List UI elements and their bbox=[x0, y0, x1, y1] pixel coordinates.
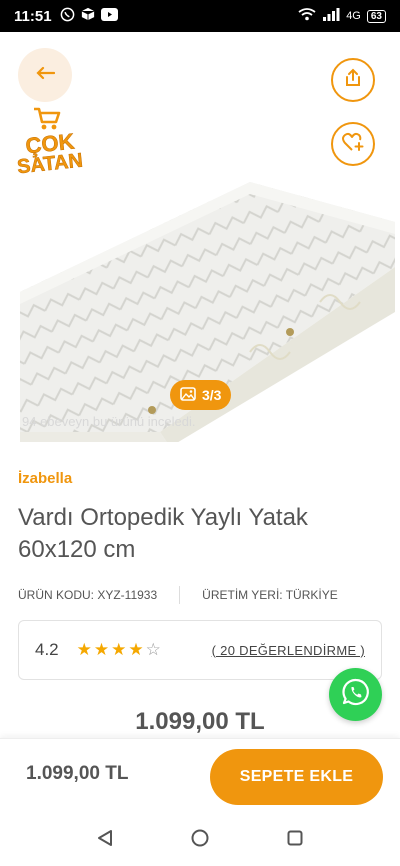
signal-icon bbox=[322, 8, 340, 24]
product-title: Vardı Ortopedik Yaylı Yatak 60x120 cm bbox=[18, 504, 308, 563]
youtube-notification-icon bbox=[100, 7, 118, 25]
system-nav-bar bbox=[0, 814, 400, 866]
wifi-icon bbox=[298, 8, 316, 24]
back-button[interactable] bbox=[18, 48, 72, 102]
status-bar: 11:51 4G 63 bbox=[0, 0, 400, 32]
viewed-count-text: 94 ebeveyn bu ürünü inceledi. bbox=[22, 414, 196, 429]
star-icon: ★ bbox=[128, 640, 144, 659]
divider bbox=[179, 586, 181, 604]
star-icon: ★ bbox=[111, 640, 127, 659]
product-codes: ÜRÜN KODU: XYZ-11933 ÜRETİM YERİ: TÜRKİY… bbox=[18, 586, 382, 604]
brand-link[interactable]: İzabella bbox=[18, 470, 72, 487]
product-code: ÜRÜN KODU: XYZ-11933 bbox=[18, 588, 158, 602]
rating-box: 4.2 ★ ★ ★ ★ ☆ ( 20 DEĞERLENDİRME ) bbox=[18, 620, 382, 680]
image-counter-text: 3/3 bbox=[202, 387, 222, 403]
product-price: 1.099,00 TL bbox=[135, 708, 265, 735]
status-time: 11:51 bbox=[14, 7, 52, 25]
share-button[interactable] bbox=[331, 58, 375, 102]
reviews-link[interactable]: ( 20 DEĞERLENDİRME ) bbox=[212, 643, 365, 658]
whatsapp-icon bbox=[341, 677, 371, 712]
star-icon: ★ bbox=[76, 640, 92, 659]
image-icon bbox=[180, 386, 196, 404]
product-gallery[interactable]: ÇOK SATAN 3/3 94 ebeveyn bu ürünü incele… bbox=[0, 32, 400, 442]
box-notification-icon bbox=[81, 7, 95, 25]
bottom-price: 1.099,00 TL bbox=[26, 763, 129, 784]
rating-stars: ★ ★ ★ ★ ☆ bbox=[77, 640, 161, 660]
nav-back-icon[interactable] bbox=[97, 829, 113, 852]
bestseller-badge: ÇOK SATAN bbox=[10, 104, 90, 179]
arrow-left-icon bbox=[35, 66, 56, 85]
whatsapp-notification-icon bbox=[60, 7, 75, 26]
share-icon bbox=[343, 68, 363, 93]
nav-home-icon[interactable] bbox=[191, 829, 209, 852]
network-type: 4G bbox=[346, 10, 361, 22]
rating-value: 4.2 bbox=[35, 640, 59, 659]
add-to-cart-button[interactable]: SEPETE EKLE bbox=[210, 749, 383, 805]
bottom-purchase-bar: 1.099,00 TL SEPETE EKLE bbox=[0, 738, 400, 814]
battery-indicator: 63 bbox=[366, 9, 386, 23]
image-counter: 3/3 bbox=[170, 380, 232, 410]
nav-recents-icon[interactable] bbox=[287, 830, 303, 851]
heart-plus-icon bbox=[342, 132, 364, 157]
add-to-favorites-button[interactable] bbox=[331, 122, 375, 166]
product-origin: ÜRETİM YERİ: TÜRKİYE bbox=[202, 588, 338, 602]
star-outline-icon: ☆ bbox=[145, 640, 161, 659]
star-icon: ★ bbox=[93, 640, 110, 659]
